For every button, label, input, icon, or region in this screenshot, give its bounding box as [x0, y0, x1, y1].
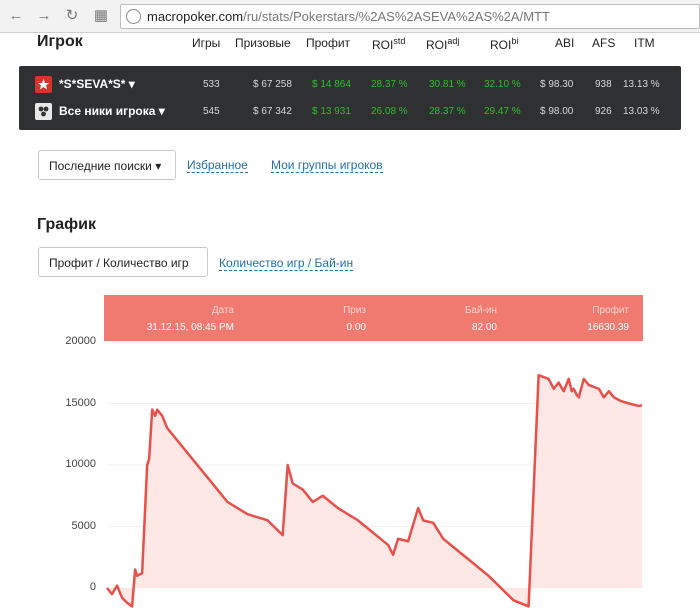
tooltip-buyin-value: 82.00 [471, 322, 497, 333]
y-tick-label: 5000 [71, 519, 96, 532]
y-tick-label: 10000 [65, 458, 96, 470]
tooltip-prize-label: Приз [343, 305, 366, 316]
tooltip-date-label: Дата [211, 305, 234, 316]
y-tick-label: 0 [89, 581, 96, 593]
y-tick-label: 20000 [65, 335, 96, 347]
y-tick-label: 15000 [65, 396, 96, 409]
tooltip-date-value: 31.12.15, 08:45 PM [146, 322, 234, 333]
tooltip-profit-label: Профит [592, 305, 629, 316]
chart-tooltip: Дата 31.12.15, 08:45 PM Приз 0.00 Бай-ин… [104, 295, 643, 341]
tooltip-buyin-label: Бай-ин [464, 305, 497, 316]
tooltip-profit-value: 16630.39 [587, 322, 629, 333]
tooltip-prize-value: 0.00 [346, 322, 366, 333]
profit-area [107, 375, 642, 607]
